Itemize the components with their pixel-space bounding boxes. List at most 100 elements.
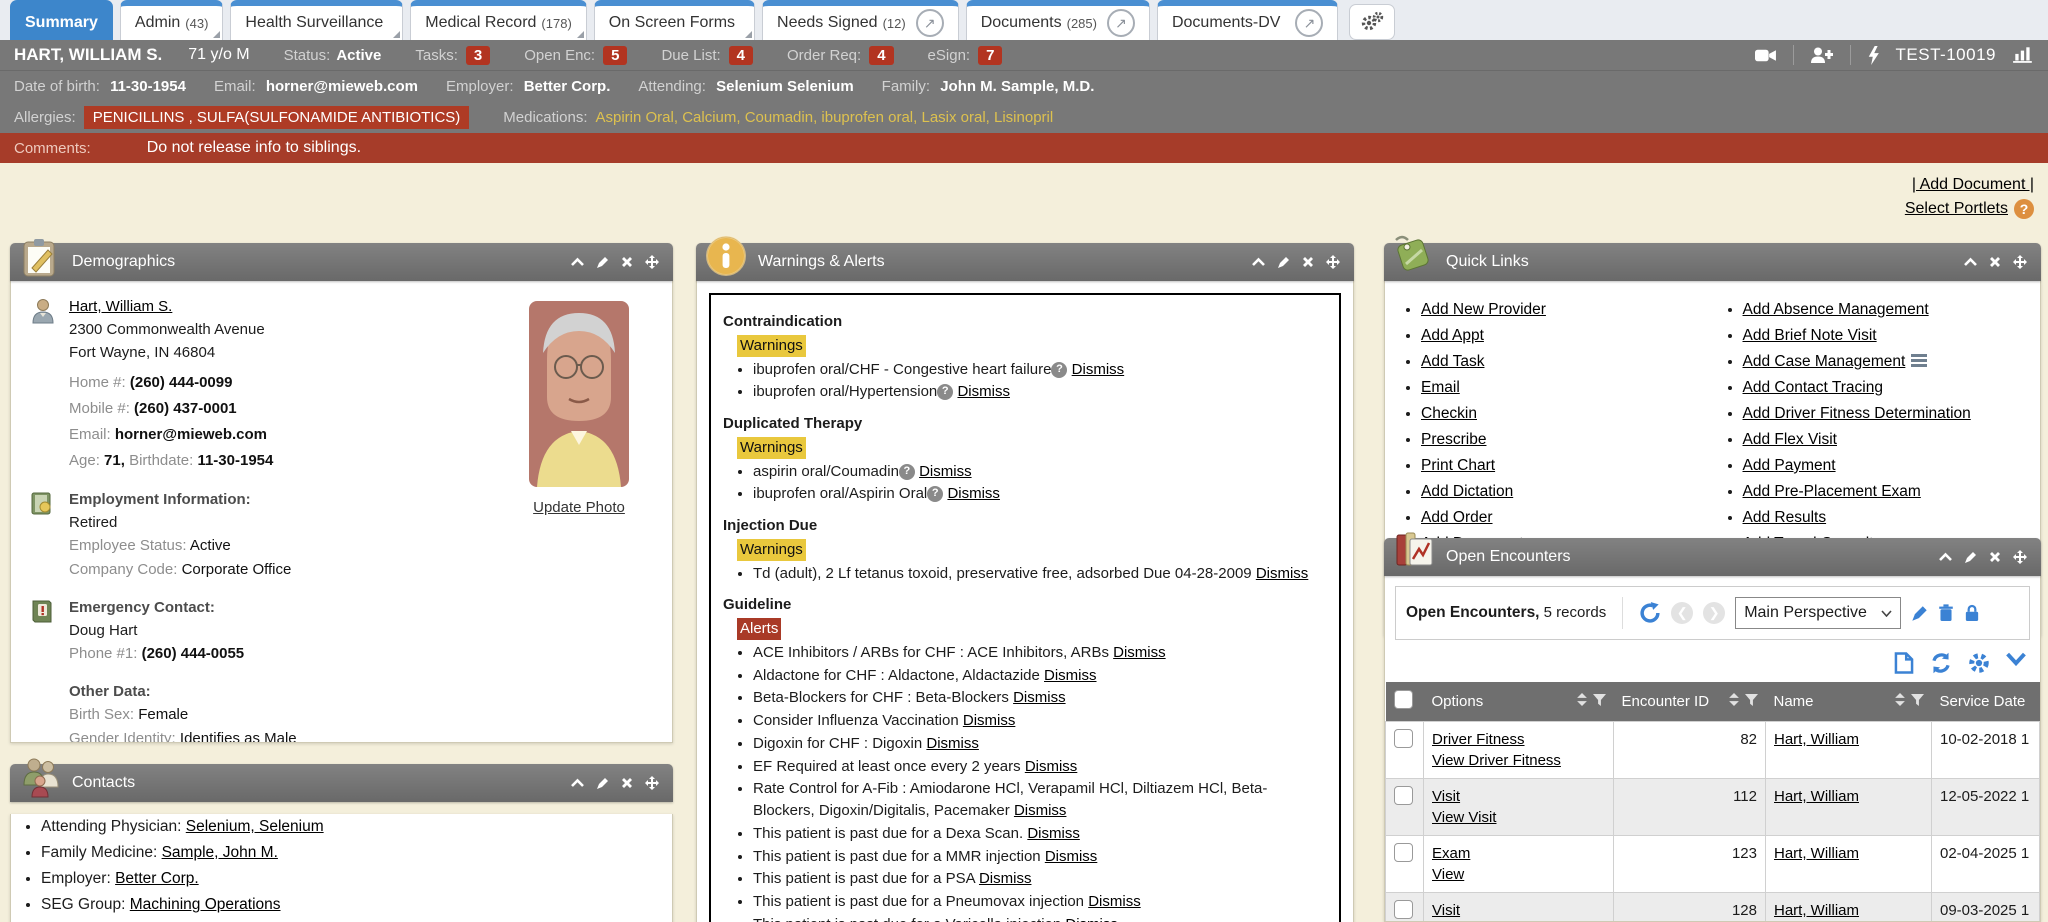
edit-icon[interactable]: [596, 256, 609, 269]
dismiss-link[interactable]: Dismiss: [1256, 565, 1309, 582]
close-icon[interactable]: [621, 777, 633, 789]
close-icon[interactable]: [1302, 256, 1314, 268]
collapse-icon[interactable]: [571, 778, 584, 788]
help-icon[interactable]: ?: [2014, 199, 2034, 219]
reload-icon[interactable]: [1639, 602, 1661, 624]
quick-link[interactable]: Add Brief Note Visit: [1743, 327, 1877, 344]
counter-badge[interactable]: 4: [869, 46, 893, 65]
quick-link[interactable]: Prescribe: [1421, 431, 1486, 448]
dismiss-link[interactable]: Dismiss: [963, 712, 1016, 729]
lock-icon[interactable]: [1964, 604, 1980, 622]
dismiss-link[interactable]: Dismiss: [979, 870, 1032, 887]
close-icon[interactable]: [621, 256, 633, 268]
quick-link[interactable]: Add Order: [1421, 509, 1493, 526]
row-checkbox[interactable]: [1394, 843, 1413, 862]
chart-tab[interactable]: Admin (43) ↗: [120, 0, 223, 40]
quick-link[interactable]: Add Pre-Placement Exam: [1743, 483, 1921, 500]
chart-tab[interactable]: Health Surveillance ↗: [230, 0, 403, 40]
lightning-bolt-icon[interactable]: [1867, 46, 1880, 65]
encounter-patient-link[interactable]: Hart, William: [1774, 731, 1859, 748]
edit-icon[interactable]: [1277, 256, 1290, 269]
encounter-type-link[interactable]: Exam: [1432, 845, 1470, 862]
row-checkbox[interactable]: [1394, 900, 1413, 919]
contact-link[interactable]: Better Corp.: [115, 870, 199, 887]
gear-icon[interactable]: [1968, 652, 1990, 674]
chart-tab[interactable]: Summary ↗: [10, 0, 113, 40]
open-new-window-icon[interactable]: ↗: [1107, 9, 1135, 37]
prev-page-button[interactable]: ❮: [1671, 602, 1693, 624]
chart-tab[interactable]: Documents (285) ↗: [966, 0, 1150, 40]
filter-icon[interactable]: [1911, 693, 1924, 710]
row-checkbox[interactable]: [1394, 786, 1413, 805]
dismiss-link[interactable]: Dismiss: [947, 485, 1000, 502]
quick-link[interactable]: Add Contact Tracing: [1743, 379, 1883, 396]
dismiss-link[interactable]: Dismiss: [957, 383, 1010, 400]
dismiss-link[interactable]: Dismiss: [1045, 848, 1098, 865]
video-camera-icon[interactable]: [1755, 48, 1777, 63]
encounter-patient-link[interactable]: Hart, William: [1774, 788, 1859, 805]
dismiss-link[interactable]: Dismiss: [1088, 893, 1141, 910]
encounter-patient-link[interactable]: Hart, William: [1774, 845, 1859, 862]
dismiss-link[interactable]: Dismiss: [919, 463, 972, 480]
contact-link[interactable]: Sample, John M.: [162, 844, 278, 861]
quick-link[interactable]: Checkin: [1421, 405, 1477, 422]
filter-icon[interactable]: [1745, 693, 1758, 710]
filter-icon[interactable]: [1593, 693, 1606, 710]
dismiss-link[interactable]: Dismiss: [1014, 802, 1067, 819]
contact-link[interactable]: Machining Operations: [130, 896, 281, 913]
sort-icon[interactable]: [1895, 693, 1905, 710]
move-icon[interactable]: [1326, 255, 1340, 269]
move-icon[interactable]: [645, 776, 659, 790]
refresh-icon[interactable]: [1930, 652, 1952, 674]
dismiss-link[interactable]: Dismiss: [1013, 689, 1066, 706]
close-icon[interactable]: [1989, 256, 2001, 268]
collapse-table-icon[interactable]: [2006, 652, 2026, 674]
select-all-checkbox[interactable]: [1394, 690, 1413, 709]
quick-link[interactable]: Add New Provider: [1421, 301, 1546, 318]
counter-badge[interactable]: 5: [603, 46, 627, 65]
sort-icon[interactable]: [1577, 693, 1587, 710]
quick-link[interactable]: Add Dictation: [1421, 483, 1513, 500]
quick-link[interactable]: Add Results: [1743, 509, 1827, 526]
open-new-window-icon[interactable]: ↗: [916, 9, 944, 37]
row-checkbox[interactable]: [1394, 729, 1413, 748]
encounter-type-link[interactable]: Driver Fitness: [1432, 731, 1525, 748]
encounter-type-link[interactable]: Visit: [1432, 788, 1460, 805]
dismiss-link[interactable]: Dismiss: [1027, 825, 1080, 842]
quick-link[interactable]: Add Appt: [1421, 327, 1484, 344]
encounter-view-link[interactable]: View Driver Fitness: [1432, 752, 1561, 769]
encounter-patient-link[interactable]: Hart, William: [1774, 902, 1859, 919]
next-page-button[interactable]: ❯: [1703, 602, 1725, 624]
edit-icon[interactable]: [1964, 551, 1977, 564]
encounter-view-link[interactable]: View Visit: [1432, 809, 1496, 826]
chart-tab[interactable]: Needs Signed (12) ↗: [762, 0, 959, 40]
quick-link[interactable]: Add Task: [1421, 353, 1484, 370]
delete-perspective-icon[interactable]: [1938, 604, 1954, 622]
help-icon[interactable]: ?: [899, 464, 915, 480]
dismiss-link[interactable]: Dismiss: [1044, 667, 1097, 684]
update-photo-link[interactable]: Update Photo: [533, 499, 625, 516]
quick-link[interactable]: Print Chart: [1421, 457, 1495, 474]
move-icon[interactable]: [2013, 550, 2027, 564]
patient-name-link[interactable]: Hart, William S.: [69, 298, 172, 315]
collapse-icon[interactable]: [1939, 552, 1952, 562]
new-document-icon[interactable]: [1894, 652, 1914, 674]
dismiss-link[interactable]: Dismiss: [1113, 644, 1166, 661]
encounter-type-link[interactable]: Visit: [1432, 902, 1460, 919]
quick-link[interactable]: Add Absence Management: [1743, 301, 1929, 318]
move-icon[interactable]: [645, 255, 659, 269]
dismiss-link[interactable]: Dismiss: [1065, 916, 1118, 922]
close-icon[interactable]: [1989, 551, 2001, 563]
quick-link[interactable]: Add Flex Visit: [1743, 431, 1837, 448]
help-icon[interactable]: ?: [937, 384, 953, 400]
dismiss-link[interactable]: Dismiss: [1072, 361, 1125, 378]
edit-perspective-icon[interactable]: [1911, 605, 1928, 622]
collapse-icon[interactable]: [571, 257, 584, 267]
add-document-link[interactable]: | Add Document |: [1912, 176, 2034, 193]
collapse-icon[interactable]: [1252, 257, 1265, 267]
counter-badge[interactable]: 3: [466, 46, 490, 65]
edit-icon[interactable]: [596, 777, 609, 790]
perspective-select[interactable]: Main Perspective: [1735, 597, 1901, 629]
sort-icon[interactable]: [1729, 693, 1739, 710]
quick-link[interactable]: Add Driver Fitness Determination: [1743, 405, 1971, 422]
